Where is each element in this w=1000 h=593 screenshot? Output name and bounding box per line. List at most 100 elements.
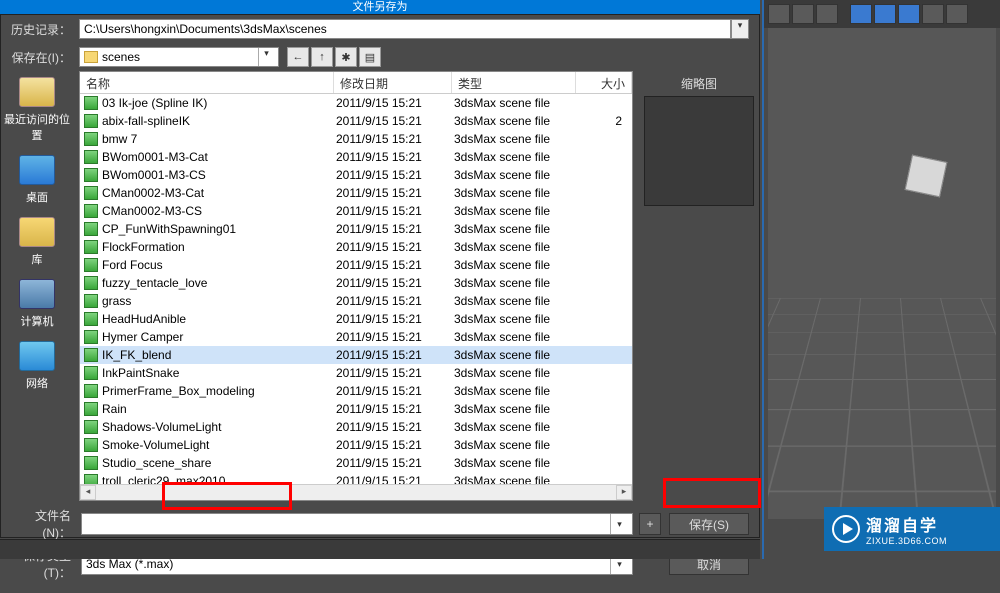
file-type: 3dsMax scene file xyxy=(454,312,578,326)
thumbnail-label: 缩略图 xyxy=(639,75,759,92)
file-row[interactable]: Studio_scene_share2011/9/15 15:213dsMax … xyxy=(80,454,632,472)
file-name: InkPaintSnake xyxy=(102,366,336,380)
tool-icon-1[interactable] xyxy=(768,4,790,24)
file-name: IK_FK_blend xyxy=(102,348,336,362)
history-dropdown-button[interactable]: ▾ xyxy=(731,19,749,39)
file-date: 2011/9/15 15:21 xyxy=(336,456,454,470)
col-name[interactable]: 名称 xyxy=(80,72,334,93)
views-icon[interactable]: ▤ xyxy=(359,47,381,67)
file-row[interactable]: Rain2011/9/15 15:213dsMax scene file xyxy=(80,400,632,418)
file-row[interactable]: IK_FK_blend2011/9/15 15:213dsMax scene f… xyxy=(80,346,632,364)
sidebar-item-label: 库 xyxy=(1,251,73,267)
file-row[interactable]: CP_FunWithSpawning012011/9/15 15:213dsMa… xyxy=(80,220,632,238)
file-date: 2011/9/15 15:21 xyxy=(336,150,454,164)
file-date: 2011/9/15 15:21 xyxy=(336,294,454,308)
scroll-track[interactable] xyxy=(96,485,616,500)
history-label: 历史记录： xyxy=(11,21,71,38)
main-toolbar xyxy=(764,0,1000,28)
file-name: grass xyxy=(102,294,336,308)
tool-icon-2[interactable] xyxy=(792,4,814,24)
tool-icon-4[interactable] xyxy=(850,4,872,24)
tool-icon-5[interactable] xyxy=(874,4,896,24)
thumbnail-panel: 缩略图 xyxy=(639,71,759,501)
file-row[interactable]: HeadHudAnible2011/9/15 15:213dsMax scene… xyxy=(80,310,632,328)
file-type: 3dsMax scene file xyxy=(454,366,578,380)
file-name: Shadows-VolumeLight xyxy=(102,420,336,434)
sidebar-item-desktop[interactable]: 桌面 xyxy=(1,155,73,205)
newfolder-icon[interactable]: ✱ xyxy=(335,47,357,67)
col-size[interactable]: 大小 xyxy=(576,72,632,93)
filename-dropdown-arrow[interactable]: ▾ xyxy=(610,514,628,534)
file-type: 3dsMax scene file xyxy=(454,474,578,484)
lib-icon xyxy=(19,217,55,247)
sidebar-item-net[interactable]: 网络 xyxy=(1,341,73,391)
file-row[interactable]: bmw 72011/9/15 15:213dsMax scene file xyxy=(80,130,632,148)
file-row[interactable]: BWom0001-M3-CS2011/9/15 15:213dsMax scen… xyxy=(80,166,632,184)
tool-icon-6[interactable] xyxy=(898,4,920,24)
view-cube-face[interactable] xyxy=(905,155,948,198)
file-row[interactable]: fuzzy_tentacle_love2011/9/15 15:213dsMax… xyxy=(80,274,632,292)
up-icon[interactable]: ↑ xyxy=(311,47,333,67)
file-icon xyxy=(84,366,98,380)
tool-icon-8[interactable] xyxy=(946,4,968,24)
file-icon xyxy=(84,240,98,254)
file-row[interactable]: Shadows-VolumeLight2011/9/15 15:213dsMax… xyxy=(80,418,632,436)
dialog-body: 最近访问的位置桌面库计算机网络 名称 修改日期 类型 大小 03 Ik-joe … xyxy=(1,71,759,501)
save-button[interactable]: 保存(S) xyxy=(669,513,749,535)
file-row[interactable]: PrimerFrame_Box_modeling2011/9/15 15:213… xyxy=(80,382,632,400)
file-date: 2011/9/15 15:21 xyxy=(336,438,454,452)
back-icon[interactable]: ← xyxy=(287,47,309,67)
file-type: 3dsMax scene file xyxy=(454,222,578,236)
file-type: 3dsMax scene file xyxy=(454,114,578,128)
filename-label: 文件名(N)： xyxy=(11,507,71,541)
file-name: abix-fall-splineIK xyxy=(102,114,336,128)
file-row[interactable]: 03 Ik-joe (Spline IK)2011/9/15 15:213dsM… xyxy=(80,94,632,112)
file-icon xyxy=(84,402,98,416)
file-name: Ford Focus xyxy=(102,258,336,272)
file-date: 2011/9/15 15:21 xyxy=(336,96,454,110)
sidebar-item-recent[interactable]: 最近访问的位置 xyxy=(1,77,73,143)
file-date: 2011/9/15 15:21 xyxy=(336,330,454,344)
file-row[interactable]: Hymer Camper2011/9/15 15:213dsMax scene … xyxy=(80,328,632,346)
sidebar-item-pc[interactable]: 计算机 xyxy=(1,279,73,329)
view-cube[interactable] xyxy=(896,148,956,208)
col-type[interactable]: 类型 xyxy=(452,72,576,93)
savein-folder-dropdown[interactable]: scenes ▾ xyxy=(79,47,279,67)
tool-icon-3[interactable] xyxy=(816,4,838,24)
file-list[interactable]: 03 Ik-joe (Spline IK)2011/9/15 15:213dsM… xyxy=(80,94,632,484)
watermark-text: 溜溜自学 ZIXUE.3D66.COM xyxy=(866,512,947,546)
sidebar-item-lib[interactable]: 库 xyxy=(1,217,73,267)
scroll-left-arrow[interactable]: ◂ xyxy=(80,485,96,500)
file-name: HeadHudAnible xyxy=(102,312,336,326)
file-row[interactable]: CMan0002-M3-CS2011/9/15 15:213dsMax scen… xyxy=(80,202,632,220)
scroll-right-arrow[interactable]: ▸ xyxy=(616,485,632,500)
file-name: Studio_scene_share xyxy=(102,456,336,470)
file-icon xyxy=(84,438,98,452)
file-icon xyxy=(84,348,98,362)
file-date: 2011/9/15 15:21 xyxy=(336,420,454,434)
file-type: 3dsMax scene file xyxy=(454,150,578,164)
tool-icon-7[interactable] xyxy=(922,4,944,24)
file-type: 3dsMax scene file xyxy=(454,438,578,452)
file-row[interactable]: BWom0001-M3-Cat2011/9/15 15:213dsMax sce… xyxy=(80,148,632,166)
col-date[interactable]: 修改日期 xyxy=(334,72,452,93)
savein-dropdown-arrow[interactable]: ▾ xyxy=(258,48,274,66)
history-path-input[interactable] xyxy=(79,19,731,39)
filename-input[interactable]: ▾ xyxy=(81,513,633,535)
file-row[interactable]: grass2011/9/15 15:213dsMax scene file xyxy=(80,292,632,310)
file-name: BWom0001-M3-CS xyxy=(102,168,336,182)
file-row[interactable]: troll_cleric29_max20102011/9/15 15:213ds… xyxy=(80,472,632,484)
file-row[interactable]: FlockFormation2011/9/15 15:213dsMax scen… xyxy=(80,238,632,256)
file-row[interactable]: abix-fall-splineIK2011/9/15 15:213dsMax … xyxy=(80,112,632,130)
file-row[interactable]: Smoke-VolumeLight2011/9/15 15:213dsMax s… xyxy=(80,436,632,454)
file-icon xyxy=(84,132,98,146)
viewport[interactable] xyxy=(768,28,996,519)
file-row[interactable]: InkPaintSnake2011/9/15 15:213dsMax scene… xyxy=(80,364,632,382)
save-as-dialog: 历史记录： ▾ 保存在(I)： scenes ▾ ← ↑ ✱ ▤ 最近访问的位置… xyxy=(0,14,760,538)
horizontal-scrollbar[interactable]: ◂ ▸ xyxy=(80,484,632,500)
file-date: 2011/9/15 15:21 xyxy=(336,276,454,290)
file-row[interactable]: CMan0002-M3-Cat2011/9/15 15:213dsMax sce… xyxy=(80,184,632,202)
file-row[interactable]: Ford Focus2011/9/15 15:213dsMax scene fi… xyxy=(80,256,632,274)
increment-button[interactable]: + xyxy=(639,513,661,535)
timeline-bar[interactable] xyxy=(0,539,760,559)
